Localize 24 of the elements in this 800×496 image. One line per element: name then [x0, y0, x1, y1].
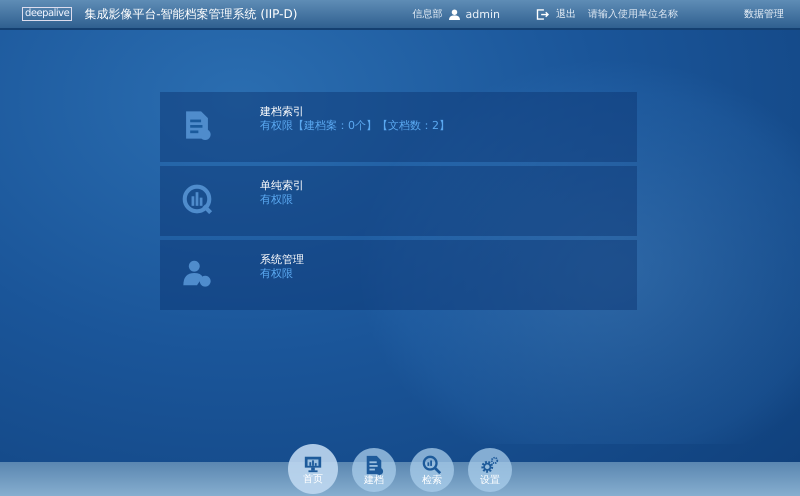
module-title: 建档索引 — [260, 104, 305, 119]
module-title: 系统管理 — [260, 252, 304, 267]
module-card[interactable]: 单纯索引 有权限 — [160, 166, 637, 236]
module-permission: 有权限 — [260, 193, 294, 207]
monitor-icon — [303, 454, 323, 474]
logo[interactable]: deepalive — [22, 7, 72, 21]
module-card[interactable]: 系统管理 有权限 — [160, 240, 637, 310]
chart-search-icon — [182, 184, 212, 214]
module-permission: 有权限【建档案：0个】【文档数：2】 — [260, 119, 450, 133]
app-title: 集成影像平台-智能档案管理系统 (IIP-D) — [84, 6, 298, 22]
logout-icon[interactable] — [536, 8, 550, 20]
user-admin-icon — [182, 258, 212, 288]
user-icon — [448, 8, 460, 20]
module-permission: 有权限 — [260, 267, 294, 281]
unit-name-field[interactable]: 请输入使用单位名称 — [588, 8, 688, 20]
data-management-link[interactable]: 数据管理 — [744, 7, 784, 21]
logout-link[interactable]: 退出 — [556, 7, 576, 21]
gears-icon — [480, 454, 500, 474]
search-icon — [422, 454, 442, 474]
username: admin — [466, 8, 500, 20]
module-card[interactable]: 建档索引 有权限【建档案：0个】【文档数：2】 — [160, 92, 637, 162]
module-title: 单纯索引 — [260, 178, 304, 193]
department-label: 信息部 — [412, 8, 443, 21]
document-icon — [364, 454, 384, 474]
